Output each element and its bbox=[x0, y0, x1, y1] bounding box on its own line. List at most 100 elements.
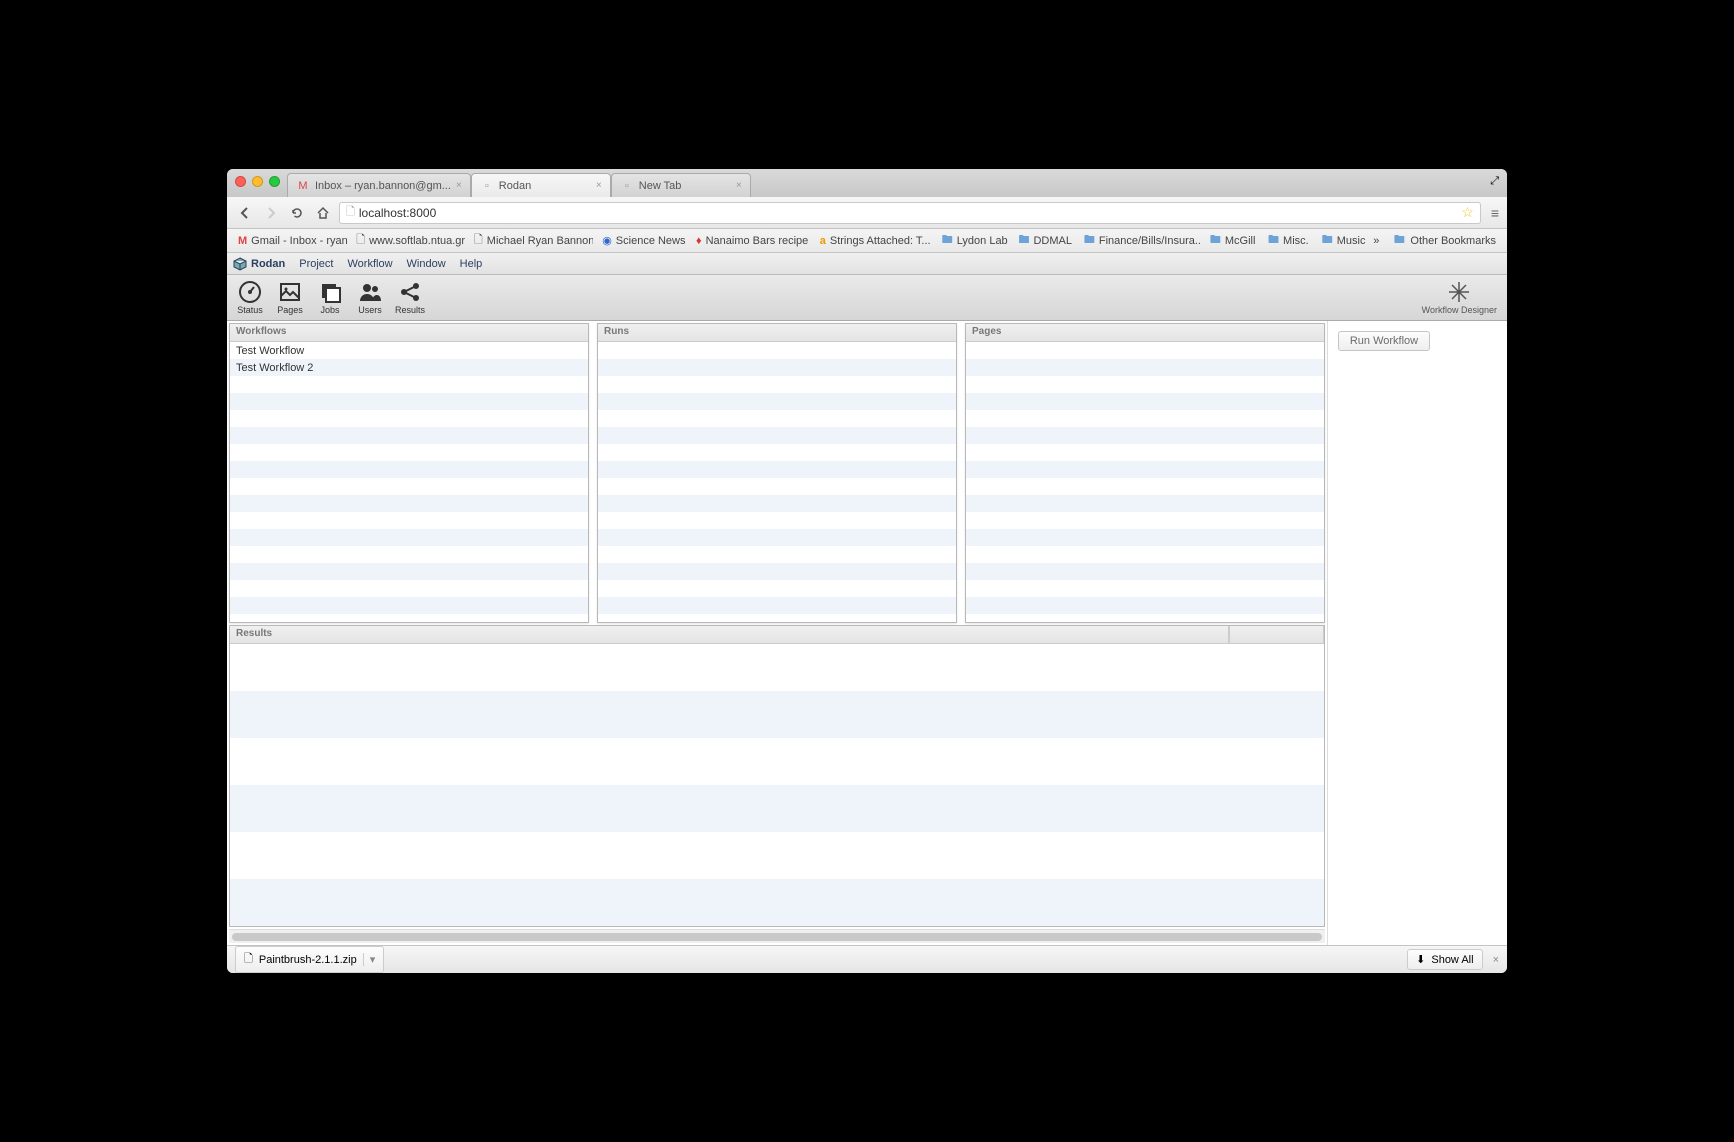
overflow-chevron[interactable]: » bbox=[1373, 235, 1379, 247]
bookmark-star-icon[interactable]: ☆ bbox=[1461, 204, 1474, 221]
menu-window[interactable]: Window bbox=[407, 258, 446, 270]
bookmark-item[interactable]: 🖿Lydon Lab bbox=[937, 232, 1010, 250]
reload-button[interactable] bbox=[287, 203, 307, 223]
list-item bbox=[230, 376, 588, 393]
minimize-window-button[interactable] bbox=[252, 176, 263, 187]
close-icon[interactable]: × bbox=[456, 180, 462, 191]
list-item bbox=[598, 614, 956, 622]
forward-button[interactable] bbox=[261, 203, 281, 223]
bookmark-item[interactable]: 🗋Michael Ryan Bannon bbox=[469, 232, 593, 250]
bookmark-label: Michael Ryan Bannon bbox=[487, 235, 593, 247]
toolbar-results[interactable]: Results bbox=[391, 277, 429, 319]
bookmark-label: www.softlab.ntua.gr bbox=[369, 235, 465, 247]
browser-tab-2[interactable]: ▫ New Tab × bbox=[611, 173, 751, 197]
bookmark-item[interactable]: 🖿DDMAL bbox=[1013, 232, 1074, 250]
amazon-icon: a bbox=[820, 234, 826, 248]
run-workflow-button[interactable]: Run Workflow bbox=[1338, 331, 1430, 351]
bookmark-item[interactable]: ◉Science News bbox=[597, 232, 687, 250]
workflows-list[interactable]: Test WorkflowTest Workflow 2 bbox=[230, 342, 588, 622]
list-item[interactable]: Test Workflow 2 bbox=[230, 359, 588, 376]
stack-icon bbox=[318, 280, 342, 304]
leaf-icon: ♦ bbox=[696, 234, 702, 248]
other-bookmarks[interactable]: 🖿 Other Bookmarks bbox=[1387, 232, 1501, 250]
menu-workflow[interactable]: Workflow bbox=[347, 258, 392, 270]
bookmark-item[interactable]: 🖿Finance/Bills/Insura... bbox=[1079, 232, 1201, 250]
list-item bbox=[230, 691, 1324, 738]
list-item bbox=[230, 410, 588, 427]
menu-project[interactable]: Project bbox=[299, 258, 333, 270]
list-item bbox=[966, 580, 1324, 597]
results-panel: Results bbox=[229, 625, 1325, 927]
sidebar: Run Workflow bbox=[1327, 321, 1507, 945]
download-chip[interactable]: 🗋 Paintbrush-2.1.1.zip ▾ bbox=[235, 946, 384, 973]
toolbar-jobs[interactable]: Jobs bbox=[311, 277, 349, 319]
tab-strip: M Inbox – ryan.bannon@gm... × ▫ Rodan × … bbox=[227, 169, 1507, 197]
toolbar-users[interactable]: Users bbox=[351, 277, 389, 319]
bookmark-item[interactable]: aStrings Attached: T... bbox=[815, 232, 933, 250]
home-button[interactable] bbox=[313, 203, 333, 223]
menu-help[interactable]: Help bbox=[460, 258, 483, 270]
list-item bbox=[230, 785, 1324, 832]
horizontal-scrollbar[interactable] bbox=[229, 929, 1325, 943]
show-all-downloads-button[interactable]: ⬇ Show All bbox=[1407, 949, 1482, 970]
chrome-menu-icon[interactable]: ≡ bbox=[1487, 205, 1499, 221]
list-item bbox=[598, 546, 956, 563]
image-icon bbox=[278, 280, 302, 304]
url-field[interactable]: 🗋 localhost:8000 ☆ bbox=[339, 202, 1481, 224]
close-icon[interactable]: × bbox=[736, 180, 742, 191]
close-icon[interactable]: × bbox=[596, 180, 602, 191]
bookmark-label: McGill bbox=[1225, 235, 1256, 247]
browser-tab-1[interactable]: ▫ Rodan × bbox=[471, 173, 611, 197]
chevron-down-icon[interactable]: ▾ bbox=[363, 953, 376, 966]
bookmark-item[interactable]: 🖿Misc. bbox=[1263, 232, 1313, 250]
bookmark-label: Other Bookmarks bbox=[1410, 235, 1496, 247]
workflow-designer-button[interactable]: Workflow Designer bbox=[1422, 280, 1503, 315]
browser-window: M Inbox – ryan.bannon@gm... × ▫ Rodan × … bbox=[227, 169, 1507, 973]
list-item bbox=[598, 410, 956, 427]
panels-row: Workflows Test WorkflowTest Workflow 2 R… bbox=[229, 323, 1325, 623]
pages-list[interactable] bbox=[966, 342, 1324, 622]
list-item bbox=[230, 512, 588, 529]
zoom-window-button[interactable] bbox=[269, 176, 280, 187]
panel-header: Workflows bbox=[230, 324, 588, 342]
list-item bbox=[598, 495, 956, 512]
close-icon[interactable]: × bbox=[1493, 954, 1499, 966]
list-item bbox=[230, 563, 588, 580]
url-text: localhost:8000 bbox=[359, 206, 436, 220]
list-item bbox=[230, 427, 588, 444]
bookmark-item[interactable]: ♦Nanaimo Bars recipe bbox=[691, 232, 811, 250]
toolbar-status[interactable]: Status bbox=[231, 277, 269, 319]
bookmark-label: Music bbox=[1337, 235, 1366, 247]
browser-tab-0[interactable]: M Inbox – ryan.bannon@gm... × bbox=[287, 173, 471, 197]
list-item bbox=[598, 359, 956, 376]
maximize-icon[interactable]: ⤢ bbox=[1490, 175, 1499, 188]
list-item[interactable]: Test Workflow bbox=[230, 342, 588, 359]
brand-label: Rodan bbox=[251, 258, 285, 270]
list-item bbox=[598, 342, 956, 359]
bookmarks-bar: MGmail - Inbox - ryan 🗋www.softlab.ntua.… bbox=[227, 229, 1507, 253]
scrollbar-thumb[interactable] bbox=[232, 933, 1322, 941]
bookmark-item[interactable]: 🖿Music bbox=[1317, 232, 1370, 250]
bookmark-item[interactable]: 🖿McGill bbox=[1205, 232, 1259, 250]
panel-header: Runs bbox=[598, 324, 956, 342]
bookmark-label: Science News bbox=[616, 235, 686, 247]
close-window-button[interactable] bbox=[235, 176, 246, 187]
back-button[interactable] bbox=[235, 203, 255, 223]
list-item bbox=[966, 461, 1324, 478]
results-list[interactable] bbox=[230, 644, 1324, 926]
toolbar-label: Jobs bbox=[320, 305, 339, 315]
list-item bbox=[966, 563, 1324, 580]
bookmarks-overflow: » 🖿 Other Bookmarks bbox=[1373, 232, 1501, 250]
bookmark-item[interactable]: MGmail - Inbox - ryan bbox=[233, 232, 347, 250]
app-brand[interactable]: Rodan bbox=[233, 257, 285, 271]
bookmark-label: Lydon Lab bbox=[957, 235, 1008, 247]
folder-icon: 🖿 bbox=[1392, 234, 1406, 248]
toolbar-pages[interactable]: Pages bbox=[271, 277, 309, 319]
main-area: Workflows Test WorkflowTest Workflow 2 R… bbox=[227, 321, 1327, 945]
list-item bbox=[598, 427, 956, 444]
app-content: Workflows Test WorkflowTest Workflow 2 R… bbox=[227, 321, 1507, 945]
bookmark-item[interactable]: 🗋www.softlab.ntua.gr bbox=[351, 232, 465, 250]
page-icon: ▫ bbox=[480, 179, 494, 193]
runs-list[interactable] bbox=[598, 342, 956, 622]
list-item bbox=[230, 738, 1324, 785]
